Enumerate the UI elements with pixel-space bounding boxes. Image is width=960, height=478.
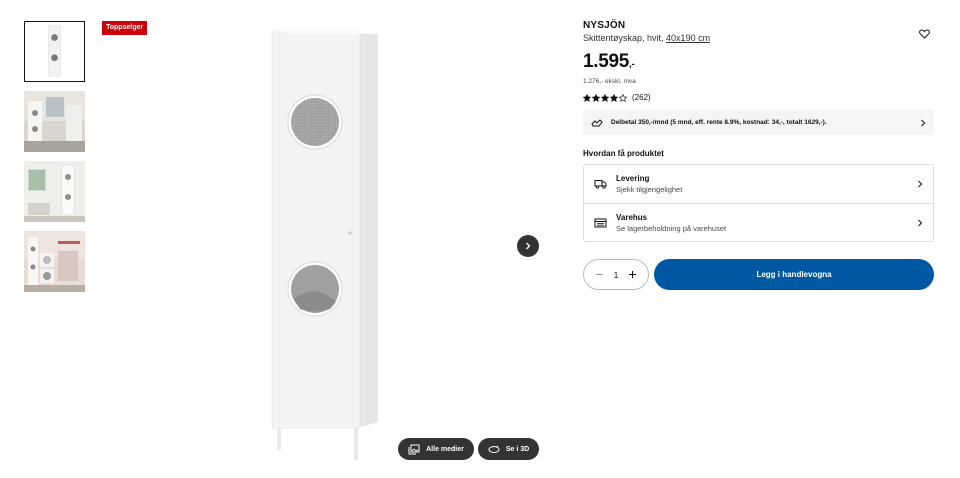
rating-stars [583, 93, 627, 102]
delivery-option[interactable]: Levering Sjekk tilgjengelighet [584, 165, 933, 203]
quantity-value[interactable]: 1 [614, 270, 619, 280]
size-link[interactable]: 40x190 cm [666, 33, 710, 43]
bestseller-badge: Toppselger [102, 21, 148, 35]
chevron-right-icon [921, 119, 926, 126]
star-filled-icon [583, 93, 591, 102]
all-media-label: Alle medier [426, 445, 464, 453]
product-info: NYSJÖN Skittentøyskap, hvit, 40x190 cm 1… [583, 20, 934, 290]
price: 1.595,- [583, 52, 934, 75]
increase-quantity-button[interactable] [627, 269, 639, 281]
star-empty-icon [619, 93, 627, 102]
delivery-title: Levering [616, 174, 650, 183]
next-image-button[interactable] [517, 235, 539, 257]
view-3d-label: Se i 3D [505, 445, 530, 453]
thumbnail-laundry-room-scene[interactable] [24, 231, 85, 292]
store-option[interactable]: Varehus Se lagerbeholdning på varehuset [584, 203, 933, 241]
thumbnail-bathroom-scene[interactable] [24, 91, 85, 152]
chevron-right-icon [526, 242, 531, 250]
add-to-cart-button[interactable]: Legg i handlevogna [654, 259, 934, 290]
delivery-text: Levering Sjekk tilgjengelighet [616, 173, 908, 195]
product-description: Skittentøyskap, hvit, 40x190 cm [583, 32, 934, 44]
main-product-image [230, 24, 430, 464]
heart-icon [919, 29, 930, 39]
description-text: Skittentøyskap, hvit, [583, 33, 664, 43]
media-gallery-icon [408, 444, 420, 454]
purchase-row: 1 Legg i handlevogna [583, 259, 934, 290]
thumbnail-cabinet-window-scene[interactable] [24, 161, 85, 222]
store-subtitle: Se lagerbeholdning på varehuset [616, 223, 727, 233]
price-main: 1.595 [583, 51, 630, 72]
store-icon [594, 218, 607, 227]
view-3d-button[interactable]: Se i 3D [478, 438, 539, 460]
price-suffix: ,- [629, 59, 635, 70]
review-count: (262) [632, 93, 651, 102]
how-to-get-options: Levering Sjekk tilgjengelighet Varehus S… [583, 164, 934, 242]
3d-view-icon [488, 445, 500, 453]
delivery-subtitle: Sjekk tilgjengelighet [616, 185, 683, 194]
store-title: Varehus [616, 212, 648, 222]
how-to-get-title: Hvordan få produktet [583, 149, 664, 158]
rating[interactable]: (262) [583, 93, 934, 102]
product-name: NYSJÖN [583, 20, 626, 31]
installment-icon [591, 118, 603, 126]
installment-text: Delbetal 350,-/mnd (5 mnd, eff. rente 8.… [611, 119, 827, 126]
plus-icon [629, 271, 637, 278]
decrease-quantity-button[interactable] [593, 269, 605, 281]
quantity-stepper: 1 [583, 259, 649, 290]
installment-banner[interactable]: Delbetal 350,-/mnd (5 mnd, eff. rente 8.… [583, 110, 934, 135]
chevron-right-icon [918, 219, 923, 226]
chevron-right-icon [918, 180, 923, 188]
minus-icon [595, 274, 603, 275]
store-text: Varehus Se lagerbeholdning på varehuset [616, 212, 908, 234]
star-filled-icon [610, 93, 618, 102]
truck-icon [594, 180, 607, 189]
star-filled-icon [592, 93, 600, 102]
star-filled-icon [601, 93, 609, 102]
thumbnail-cabinet-product[interactable] [24, 21, 85, 82]
all-media-button[interactable]: Alle medier [398, 438, 474, 460]
price-excl-vat: 1.276,- ekskl. mva [583, 78, 636, 85]
favorite-button[interactable] [919, 26, 930, 44]
thumbnail-gallery [24, 21, 85, 301]
